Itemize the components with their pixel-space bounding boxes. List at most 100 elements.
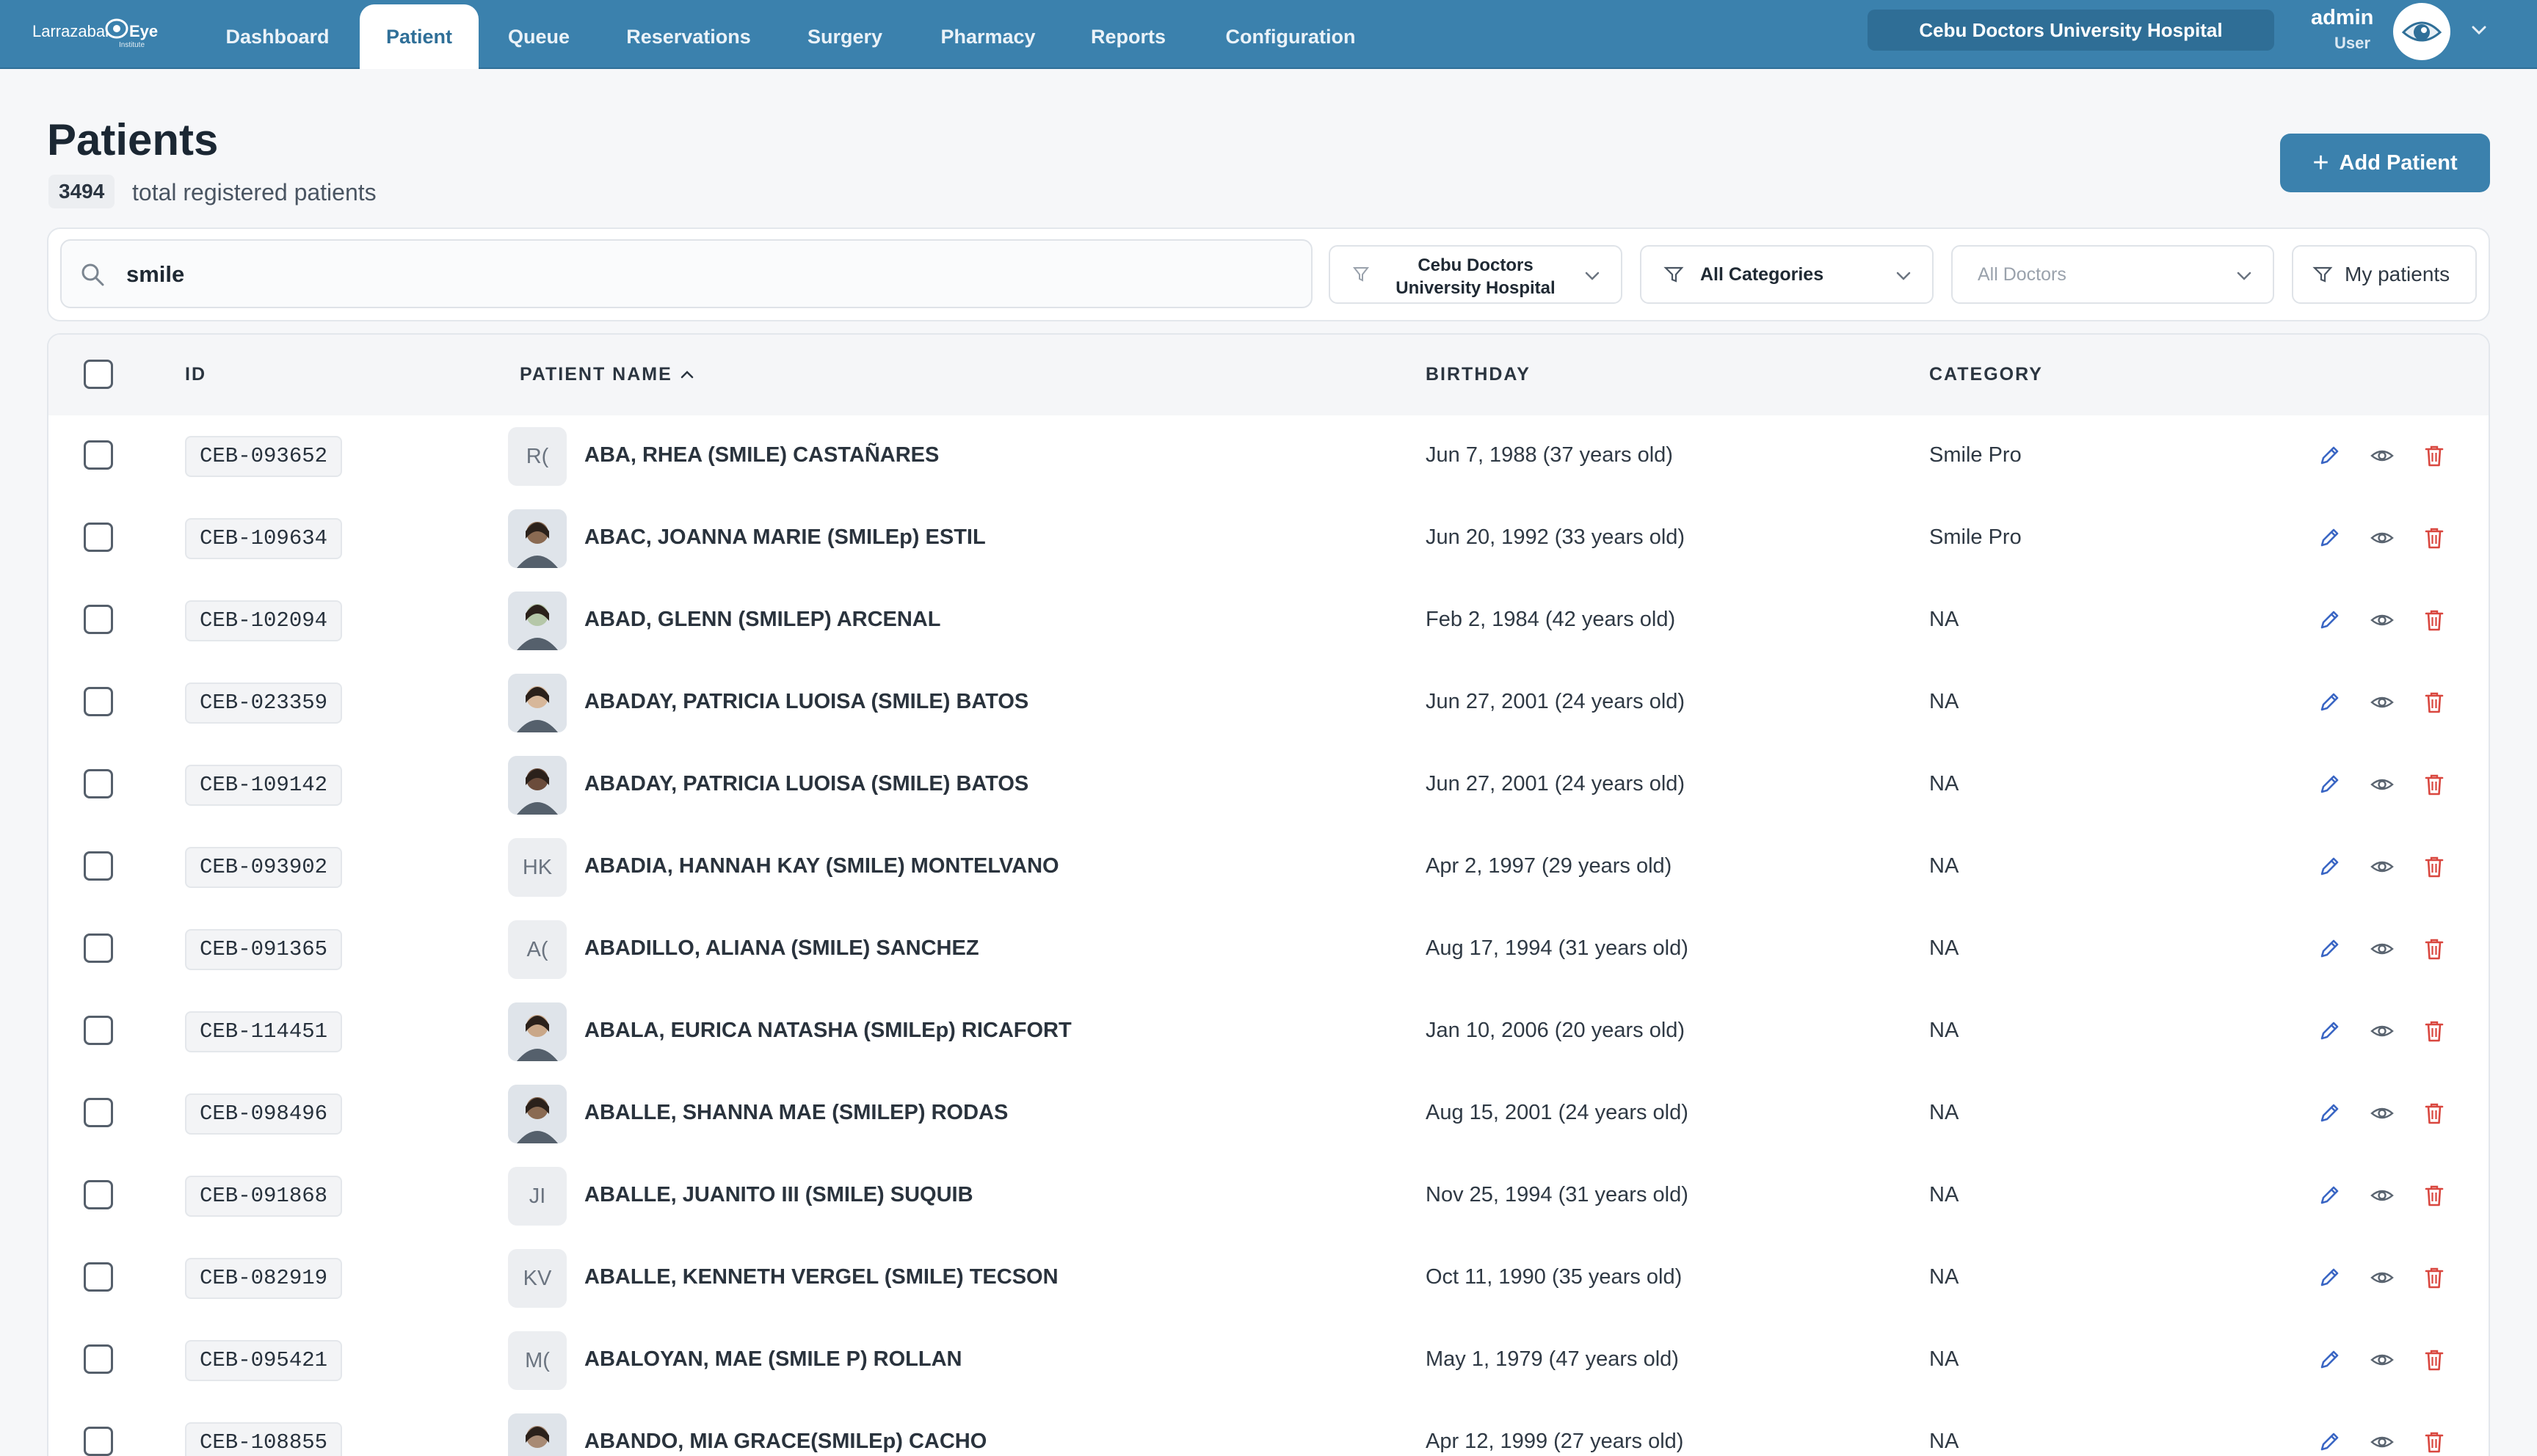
view-eye-icon[interactable]	[2370, 772, 2395, 797]
edit-icon[interactable]	[2317, 1183, 2342, 1208]
view-eye-icon[interactable]	[2370, 1183, 2395, 1208]
tab-reservations[interactable]: Reservations	[609, 4, 768, 69]
edit-icon[interactable]	[2317, 608, 2342, 633]
column-header-category[interactable]: CATEGORY	[1929, 364, 2043, 385]
row-checkbox[interactable]	[84, 440, 113, 470]
delete-trash-icon[interactable]	[2422, 772, 2446, 797]
patient-name[interactable]: ABALA, EURICA NATASHA (SMILEp) RICAFORT	[584, 1019, 1072, 1043]
view-eye-icon[interactable]	[2370, 608, 2395, 633]
row-checkbox[interactable]	[84, 1262, 113, 1292]
add-patient-button[interactable]: + Add Patient	[2280, 134, 2490, 192]
delete-trash-icon[interactable]	[2422, 936, 2446, 961]
patient-name[interactable]: ABAD, GLENN (SMILEP) ARCENAL	[584, 608, 940, 632]
delete-trash-icon[interactable]	[2422, 1265, 2446, 1290]
category-filter-select[interactable]: All Categories	[1640, 245, 1934, 304]
delete-trash-icon[interactable]	[2422, 690, 2446, 715]
delete-trash-icon[interactable]	[2422, 1183, 2446, 1208]
tab-queue[interactable]: Queue	[496, 4, 581, 69]
delete-trash-icon[interactable]	[2422, 854, 2446, 879]
edit-icon[interactable]	[2317, 772, 2342, 797]
row-checkbox[interactable]	[84, 1098, 113, 1127]
view-eye-icon[interactable]	[2370, 854, 2395, 879]
delete-trash-icon[interactable]	[2422, 1019, 2446, 1044]
table-row[interactable]: CEB-093902 HK ABADIA, HANNAH KAY (SMILE)…	[48, 826, 2489, 909]
edit-icon[interactable]	[2317, 1347, 2342, 1372]
view-eye-icon[interactable]	[2370, 443, 2395, 468]
row-checkbox[interactable]	[84, 1344, 113, 1374]
table-row[interactable]: CEB-095421 M( ABALOYAN, MAE (SMILE P) RO…	[48, 1320, 2489, 1402]
view-eye-icon[interactable]	[2370, 1265, 2395, 1290]
table-row[interactable]: CEB-082919 KV ABALLE, KENNETH VERGEL (SM…	[48, 1237, 2489, 1320]
patient-name[interactable]: ABALLE, KENNETH VERGEL (SMILE) TECSON	[584, 1265, 1059, 1289]
edit-icon[interactable]	[2317, 1019, 2342, 1044]
table-row[interactable]: CEB-109634 ABAC, JOANNA MARIE (SMILEp) E…	[48, 498, 2489, 580]
edit-icon[interactable]	[2317, 525, 2342, 550]
row-checkbox[interactable]	[84, 523, 113, 552]
my-patients-button[interactable]: My patients	[2292, 245, 2477, 304]
edit-icon[interactable]	[2317, 936, 2342, 961]
patient-name[interactable]: ABALOYAN, MAE (SMILE P) ROLLAN	[584, 1347, 962, 1372]
hospital-filter-select[interactable]: Cebu Doctors University Hospital	[1329, 245, 1622, 304]
patient-name[interactable]: ABALLE, JUANITO III (SMILE) SUQUIB	[584, 1183, 973, 1207]
app-logo[interactable]: Larrazabal Eye Institute	[32, 16, 158, 51]
table-row[interactable]: CEB-023359 ABADAY, PATRICIA LUOISA (SMIL…	[48, 662, 2489, 744]
edit-icon[interactable]	[2317, 1101, 2342, 1126]
delete-trash-icon[interactable]	[2422, 1347, 2446, 1372]
row-checkbox[interactable]	[84, 1427, 113, 1456]
column-header-birthday[interactable]: BIRTHDAY	[1426, 364, 1531, 385]
table-row[interactable]: CEB-108855 ABANDO, MIA GRACE(SMILEp) CAC…	[48, 1402, 2489, 1456]
delete-trash-icon[interactable]	[2422, 1101, 2446, 1126]
select-all-checkbox[interactable]	[84, 360, 113, 389]
tab-patient[interactable]: Patient	[360, 4, 479, 69]
tab-reports[interactable]: Reports	[1082, 4, 1175, 69]
view-eye-icon[interactable]	[2370, 690, 2395, 715]
patient-name[interactable]: ABANDO, MIA GRACE(SMILEp) CACHO	[584, 1430, 987, 1454]
row-checkbox[interactable]	[84, 687, 113, 716]
hospital-selector-pill[interactable]: Cebu Doctors University Hospital	[1868, 10, 2274, 51]
delete-trash-icon[interactable]	[2422, 525, 2446, 550]
view-eye-icon[interactable]	[2370, 936, 2395, 961]
row-checkbox[interactable]	[84, 1016, 113, 1045]
user-avatar[interactable]	[2393, 3, 2450, 60]
table-row[interactable]: CEB-098496 ABALLE, SHANNA MAE (SMILEP) R…	[48, 1073, 2489, 1155]
patient-name[interactable]: ABADAY, PATRICIA LUOISA (SMILE) BATOS	[584, 772, 1028, 796]
view-eye-icon[interactable]	[2370, 1430, 2395, 1455]
edit-icon[interactable]	[2317, 1265, 2342, 1290]
tab-dashboard[interactable]: Dashboard	[213, 4, 342, 69]
patient-name[interactable]: ABADAY, PATRICIA LUOISA (SMILE) BATOS	[584, 690, 1028, 714]
row-checkbox[interactable]	[84, 769, 113, 798]
tab-surgery[interactable]: Surgery	[797, 4, 893, 69]
patient-name[interactable]: ABADILLO, ALIANA (SMILE) SANCHEZ	[584, 936, 979, 961]
table-row[interactable]: CEB-102094 ABAD, GLENN (SMILEP) ARCENAL …	[48, 580, 2489, 662]
edit-icon[interactable]	[2317, 443, 2342, 468]
edit-icon[interactable]	[2317, 1430, 2342, 1455]
row-checkbox[interactable]	[84, 1180, 113, 1209]
view-eye-icon[interactable]	[2370, 1347, 2395, 1372]
row-checkbox[interactable]	[84, 933, 113, 963]
column-header-patient-name[interactable]: PATIENT NAME	[520, 364, 695, 385]
delete-trash-icon[interactable]	[2422, 1430, 2446, 1455]
view-eye-icon[interactable]	[2370, 525, 2395, 550]
row-checkbox[interactable]	[84, 605, 113, 634]
edit-icon[interactable]	[2317, 854, 2342, 879]
patient-name[interactable]: ABA, RHEA (SMILE) CASTAÑARES	[584, 443, 939, 467]
delete-trash-icon[interactable]	[2422, 443, 2446, 468]
table-row[interactable]: CEB-093652 R( ABA, RHEA (SMILE) CASTAÑAR…	[48, 415, 2489, 498]
tab-configuration[interactable]: Configuration	[1210, 4, 1371, 69]
tab-pharmacy[interactable]: Pharmacy	[929, 4, 1047, 69]
patient-name[interactable]: ABALLE, SHANNA MAE (SMILEP) RODAS	[584, 1101, 1008, 1125]
table-row[interactable]: CEB-109142 ABADAY, PATRICIA LUOISA (SMIL…	[48, 744, 2489, 826]
patient-name[interactable]: ABADIA, HANNAH KAY (SMILE) MONTELVANO	[584, 854, 1059, 878]
edit-icon[interactable]	[2317, 690, 2342, 715]
table-row[interactable]: CEB-114451 ABALA, EURICA NATASHA (SMILEp…	[48, 991, 2489, 1073]
column-header-id[interactable]: ID	[185, 364, 206, 385]
table-row[interactable]: CEB-091365 A( ABADILLO, ALIANA (SMILE) S…	[48, 909, 2489, 991]
patient-name[interactable]: ABAC, JOANNA MARIE (SMILEp) ESTIL	[584, 525, 986, 550]
table-row[interactable]: CEB-091868 JI ABALLE, JUANITO III (SMILE…	[48, 1155, 2489, 1237]
doctor-filter-select[interactable]: All Doctors	[1951, 245, 2274, 304]
view-eye-icon[interactable]	[2370, 1019, 2395, 1044]
row-checkbox[interactable]	[84, 851, 113, 881]
delete-trash-icon[interactable]	[2422, 608, 2446, 633]
view-eye-icon[interactable]	[2370, 1101, 2395, 1126]
chevron-down-icon[interactable]	[2468, 19, 2490, 41]
